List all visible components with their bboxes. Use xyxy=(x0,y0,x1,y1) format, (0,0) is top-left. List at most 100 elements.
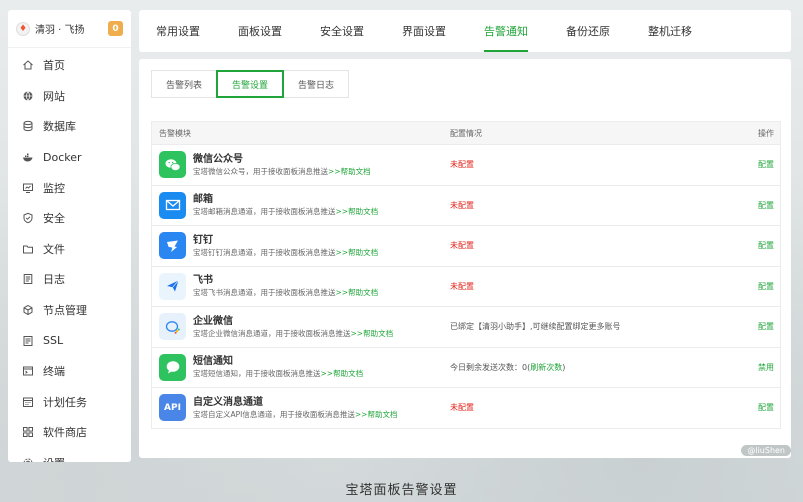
sidebar-item-4[interactable]: 监控 xyxy=(8,172,131,203)
log-icon xyxy=(22,273,34,285)
top-tab-0[interactable]: 常用设置 xyxy=(156,10,200,52)
api-icon-label: API xyxy=(164,402,181,413)
configure-button[interactable]: 配置 xyxy=(740,240,780,251)
sidebar-item-label: 日志 xyxy=(43,273,65,287)
table-row: 邮箱 宝塔邮箱消息通道，用于接收面板消息推送>>帮助文档 未配置 配置 xyxy=(151,185,781,226)
module-cell: API 自定义消息通道 宝塔自定义API信息通道，用于接收面板消息推送>>帮助文档 xyxy=(152,394,450,422)
sub-tab-bar: 告警列表 告警设置 告警日志 xyxy=(151,70,350,98)
top-tab-5[interactable]: 备份还原 xyxy=(566,10,610,52)
disable-button[interactable]: 禁用 xyxy=(740,362,780,373)
sidebar-item-label: SSL xyxy=(43,334,64,348)
status-cell: 未配置 xyxy=(450,200,474,210)
sms-suffix: ) xyxy=(562,362,566,372)
api-icon: API xyxy=(159,394,186,422)
ssl-icon xyxy=(22,335,34,347)
main-panel: 告警列表 告警设置 告警日志 告警模块 配置情况 操作 微信公众号 宝塔微信公众号，用… xyxy=(139,59,791,458)
module-description: 宝塔短信通知，用于接收面板消息推送>>帮助文档 xyxy=(193,368,363,379)
module-title: 邮箱 xyxy=(193,194,213,206)
sidebar-item-label: 设置 xyxy=(43,455,65,462)
top-tab-3[interactable]: 界面设置 xyxy=(402,10,446,52)
brand-logo-icon: ♦ xyxy=(16,21,30,36)
sidebar-item-10[interactable]: 终端 xyxy=(8,356,131,387)
top-tab-1[interactable]: 面板设置 xyxy=(238,10,282,52)
status-cell: 未配置 xyxy=(450,403,474,413)
table-row: 飞书 宝塔飞书消息通道，用于接收面板消息推送>>帮助文档 未配置 配置 xyxy=(151,266,781,307)
top-tab-4[interactable]: 告警通知 xyxy=(484,10,528,52)
module-title: 企业微信 xyxy=(193,315,233,327)
sub-tab-0[interactable]: 告警列表 xyxy=(151,70,218,98)
sidebar-item-13[interactable]: 设置 xyxy=(8,448,131,462)
top-tab-6[interactable]: 整机迁移 xyxy=(648,10,692,52)
module-description: 宝塔微信公众号，用于接收面板消息推送>>帮助文档 xyxy=(193,166,371,177)
module-description: 宝塔企业微信消息通道，用于接收面板消息推送>>帮助文档 xyxy=(193,328,393,339)
table-header: 告警模块 配置情况 操作 xyxy=(151,121,781,145)
sidebar-item-2[interactable]: 数据库 xyxy=(8,111,131,142)
sidebar-item-label: 终端 xyxy=(43,365,65,379)
table-row: 钉钉 宝塔钉钉消息通道，用于接收面板消息推送>>帮助文档 未配置 配置 xyxy=(151,226,781,267)
module-desc-text: 宝塔邮箱消息通道，用于接收面板消息推送 xyxy=(193,207,336,217)
sidebar-item-0[interactable]: 首页 xyxy=(8,50,131,81)
help-doc-link[interactable]: >>帮助文档 xyxy=(328,167,371,176)
configure-button[interactable]: 配置 xyxy=(740,402,780,413)
sidebar-item-6[interactable]: 文件 xyxy=(8,234,131,265)
sidebar-item-11[interactable]: 计划任务 xyxy=(8,387,131,418)
sidebar-item-3[interactable]: Docker xyxy=(8,142,131,173)
sidebar-item-label: 安全 xyxy=(43,212,65,226)
table-row: 微信公众号 宝塔微信公众号，用于接收面板消息推送>>帮助文档 未配置 配置 xyxy=(151,145,781,186)
image-caption: 宝塔面板告警设置 xyxy=(345,483,458,498)
sub-tab-1[interactable]: 告警设置 xyxy=(216,70,285,98)
header-action: 操作 xyxy=(758,128,774,138)
sub-tab-2[interactable]: 告警日志 xyxy=(283,70,350,98)
sidebar-item-label: 计划任务 xyxy=(43,395,87,409)
refresh-count-link[interactable]: 刷新次数 xyxy=(530,363,562,372)
sidebar-item-label: 文件 xyxy=(43,242,65,256)
sidebar-item-7[interactable]: 日志 xyxy=(8,264,131,295)
configure-button[interactable]: 配置 xyxy=(740,200,780,211)
configure-button[interactable]: 配置 xyxy=(740,159,780,170)
sidebar-item-8[interactable]: 节点管理 xyxy=(8,295,131,326)
status-cell: 已绑定【清羽小助手】,可继续配置绑定更多账号 xyxy=(450,322,621,332)
help-doc-link[interactable]: >>帮助文档 xyxy=(336,248,379,257)
module-description: 宝塔自定义API信息通道，用于接收面板消息推送>>帮助文档 xyxy=(193,409,397,420)
module-desc-text: 宝塔微信公众号，用于接收面板消息推送 xyxy=(193,166,328,176)
sidebar-item-5[interactable]: 安全 xyxy=(8,203,131,234)
help-doc-link[interactable]: >>帮助文档 xyxy=(321,369,364,378)
table-row: 短信通知 宝塔短信通知，用于接收面板消息推送>>帮助文档 今日剩余发送次数：0(刷新… xyxy=(151,347,781,388)
sidebar-item-label: Docker xyxy=(43,150,82,164)
help-doc-link[interactable]: >>帮助文档 xyxy=(336,207,379,216)
module-description: 宝塔钉钉消息通道，用于接收面板消息推送>>帮助文档 xyxy=(193,247,378,258)
configure-button[interactable]: 配置 xyxy=(740,321,780,332)
module-desc-text: 宝塔飞书消息通道，用于接收面板消息推送 xyxy=(193,288,336,298)
sidebar: ♦ 清羽 · 飞扬 0 首页 网站数据库 Docker 监控安全文件日志节点管理 SSL… xyxy=(8,10,131,462)
feishu-icon xyxy=(159,272,186,300)
sidebar-item-1[interactable]: 网站 xyxy=(8,81,131,112)
module-desc-text: 宝塔企业微信消息通道，用于接收面板消息推送 xyxy=(193,328,351,338)
settings-tab-bar: 常用设置 面板设置 安全设置 界面设置 告警通知 备份还原 整机迁移 xyxy=(139,10,791,52)
module-description: 宝塔邮箱消息通道，用于接收面板消息推送>>帮助文档 xyxy=(193,206,378,217)
module-cell: 企业微信 宝塔企业微信消息通道，用于接收面板消息推送>>帮助文档 xyxy=(152,313,450,341)
sidebar-item-label: 数据库 xyxy=(43,120,76,134)
status-cell: 未配置 xyxy=(450,281,474,291)
sidebar-item-12[interactable]: 软件商店 xyxy=(8,417,131,448)
status-cell: 未配置 xyxy=(450,241,474,251)
table-row: 企业微信 宝塔企业微信消息通道，用于接收面板消息推送>>帮助文档 已绑定【清羽小助手… xyxy=(151,307,781,348)
sidebar-item-label: 节点管理 xyxy=(43,304,87,318)
docker-icon xyxy=(22,151,34,163)
database-icon xyxy=(22,120,34,132)
module-title: 飞书 xyxy=(193,275,213,287)
top-tab-2[interactable]: 安全设置 xyxy=(320,10,364,52)
module-desc-text: 宝塔短信通知，用于接收面板消息推送 xyxy=(193,369,321,379)
terminal-icon xyxy=(22,365,34,377)
grid-icon xyxy=(22,426,34,438)
help-doc-link[interactable]: >>帮助文档 xyxy=(355,410,398,419)
brand-name: 清羽 · 飞扬 xyxy=(35,25,85,36)
configure-button[interactable]: 配置 xyxy=(740,281,780,292)
dingtalk-icon xyxy=(159,232,186,260)
watermark: @liuShen xyxy=(741,445,791,456)
folder-icon xyxy=(22,243,34,255)
help-doc-link[interactable]: >>帮助文档 xyxy=(336,288,379,297)
alert-module-table: 告警模块 配置情况 操作 微信公众号 宝塔微信公众号，用于接收面板消息推送>>帮助… xyxy=(151,121,781,429)
notification-badge[interactable]: 0 xyxy=(108,21,123,36)
help-doc-link[interactable]: >>帮助文档 xyxy=(351,329,394,338)
sidebar-item-9[interactable]: SSL xyxy=(8,325,131,356)
